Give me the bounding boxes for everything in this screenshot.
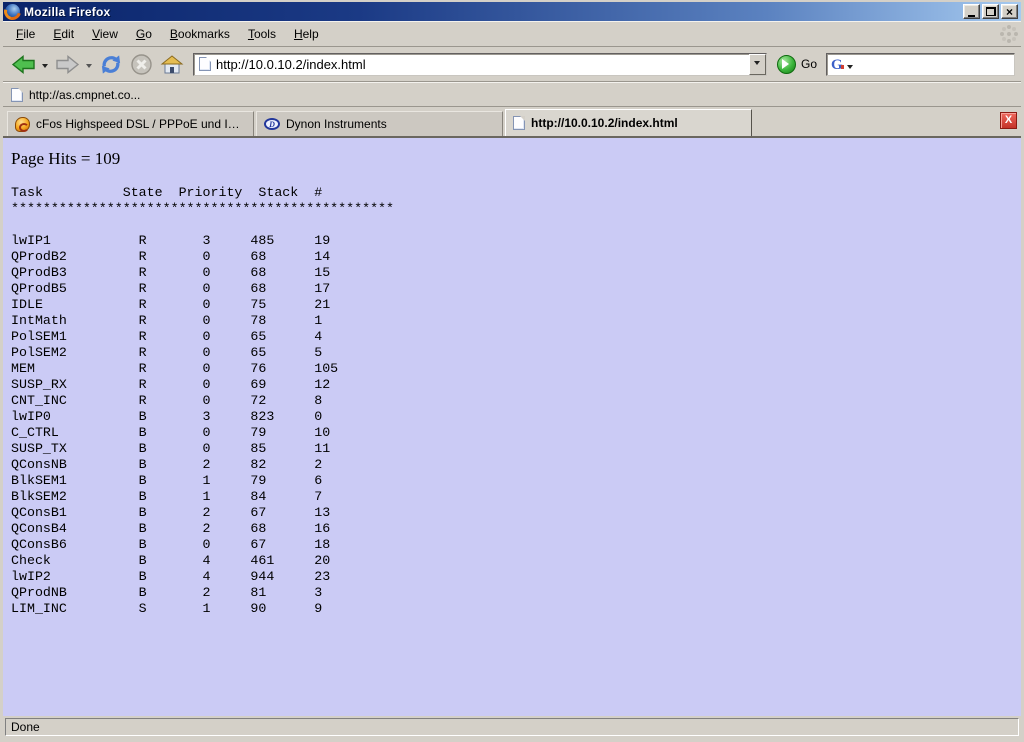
forward-button[interactable] <box>53 52 82 77</box>
restore-button[interactable] <box>982 4 999 19</box>
page-icon <box>199 57 211 71</box>
go-button[interactable]: Go <box>774 55 823 74</box>
tab-dynon[interactable]: D Dynon Instruments <box>256 111 503 136</box>
reload-button[interactable] <box>97 51 125 78</box>
titlebar[interactable]: Mozilla Firefox × <box>3 2 1021 21</box>
back-button[interactable] <box>9 52 38 77</box>
minimize-icon <box>968 15 975 17</box>
google-logo-icon: G <box>830 56 845 73</box>
menu-tools[interactable]: Tools <box>239 24 285 44</box>
window-title: Mozilla Firefox <box>24 5 959 19</box>
firefox-app-icon <box>5 4 20 19</box>
back-history-dropdown[interactable] <box>42 64 48 71</box>
status-text: Done <box>5 718 1019 736</box>
search-input[interactable] <box>856 57 1011 71</box>
forward-history-dropdown[interactable] <box>86 64 92 71</box>
tab-label: cFos Highspeed DSL / PPPoE und ISDN CAP.… <box>36 117 246 131</box>
menu-view[interactable]: View <box>83 24 127 44</box>
throbber-icon <box>1007 32 1011 36</box>
stop-icon <box>130 53 153 76</box>
firefox-window: Mozilla Firefox × File Edit View Go Book… <box>0 0 1024 742</box>
bookmark-item[interactable]: http://as.cmpnet.co... <box>29 88 140 102</box>
task-table: Task State Priority Stack # ************… <box>11 185 1021 617</box>
tab-cfos[interactable]: cFos Highspeed DSL / PPPoE und ISDN CAP.… <box>7 111 254 136</box>
back-arrow-icon <box>11 54 36 75</box>
search-engine-dropdown[interactable] <box>847 65 853 72</box>
url-dropdown-button[interactable] <box>749 54 766 75</box>
go-icon <box>777 55 796 74</box>
menu-file[interactable]: File <box>7 24 44 44</box>
cfos-site-icon <box>15 117 30 132</box>
go-label: Go <box>801 57 817 71</box>
url-bar[interactable] <box>193 53 767 76</box>
minimize-button[interactable] <box>963 4 980 19</box>
url-input[interactable] <box>216 54 744 75</box>
home-icon <box>160 54 184 75</box>
bookmark-page-icon <box>11 88 23 102</box>
menubar: File Edit View Go Bookmarks Tools Help <box>3 21 1021 47</box>
menu-edit[interactable]: Edit <box>44 24 83 44</box>
tab-index-html-active[interactable]: http://10.0.10.2/index.html <box>505 109 752 136</box>
tab-label: Dynon Instruments <box>286 117 387 131</box>
bookmarks-toolbar: http://as.cmpnet.co... <box>3 82 1021 107</box>
home-button[interactable] <box>158 52 186 77</box>
page-icon <box>513 116 525 130</box>
close-button[interactable]: × <box>1001 4 1018 19</box>
tab-label: http://10.0.10.2/index.html <box>531 116 678 130</box>
forward-arrow-icon <box>55 54 80 75</box>
menu-go[interactable]: Go <box>127 24 161 44</box>
page-content: Page Hits = 109 Task State Priority Stac… <box>3 138 1021 716</box>
dynon-site-icon: D <box>264 118 280 130</box>
close-tab-button[interactable]: X <box>1000 112 1017 129</box>
restore-icon <box>986 7 996 16</box>
chevron-down-icon <box>754 61 760 68</box>
statusbar: Done <box>3 716 1021 739</box>
window-controls: × <box>963 4 1019 19</box>
search-bar[interactable]: G <box>826 53 1015 76</box>
navigation-toolbar: Go G <box>3 47 1021 82</box>
page-hits-text: Page Hits = 109 <box>11 149 1021 169</box>
stop-button[interactable] <box>128 51 155 78</box>
menu-bookmarks[interactable]: Bookmarks <box>161 24 239 44</box>
tab-bar: cFos Highspeed DSL / PPPoE und ISDN CAP.… <box>3 107 1021 138</box>
menu-help[interactable]: Help <box>285 24 328 44</box>
reload-icon <box>99 53 123 76</box>
